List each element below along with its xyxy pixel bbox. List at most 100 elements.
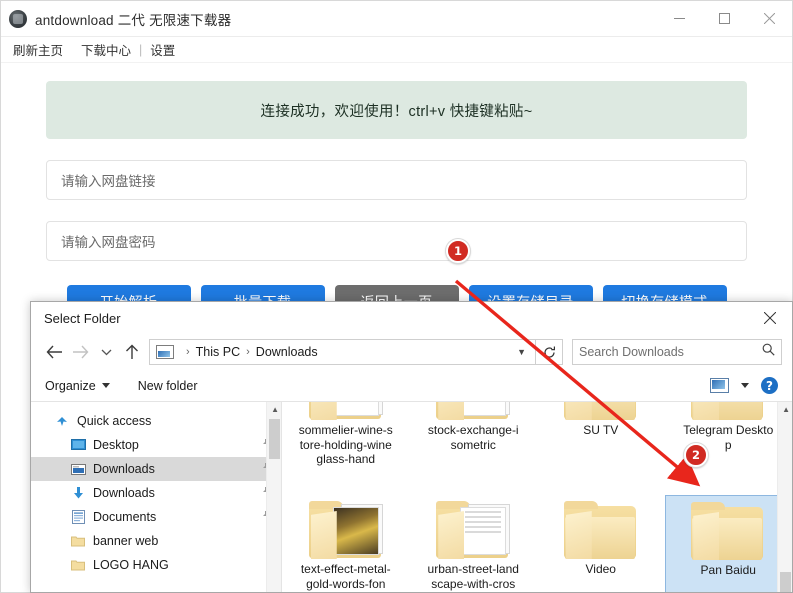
menu-separator: | — [139, 42, 143, 57]
folder-icon — [563, 402, 638, 420]
pan-password-placeholder: 请输入网盘密码 — [61, 235, 156, 250]
folder-icon — [436, 402, 511, 420]
sidebar-item-label: Downloads — [93, 462, 155, 476]
dialog-title: Select Folder — [44, 310, 121, 326]
downloads-folder-icon — [156, 345, 174, 359]
chevron-up-icon[interactable]: ▲ — [782, 405, 790, 414]
sidebar-item-downloads[interactable]: Downloads — [31, 457, 281, 481]
list-item[interactable]: text-effect-metal-gold-words-fon — [282, 495, 410, 592]
chevron-down-icon[interactable] — [741, 383, 749, 388]
search-placeholder: Search Downloads — [579, 345, 684, 359]
folder-icon — [563, 501, 638, 559]
file-name: sommelier-wine-store-holding-wineglass-h… — [298, 423, 393, 466]
downloads-folder-icon — [69, 463, 87, 476]
search-input[interactable]: Search Downloads — [572, 339, 782, 365]
dialog-toolbar: Organize New folder ? — [31, 370, 792, 402]
search-icon — [762, 343, 775, 361]
view-layout-icon[interactable] — [710, 378, 729, 393]
chevron-down-icon[interactable]: ▼ — [517, 347, 529, 357]
close-icon[interactable] — [747, 1, 792, 36]
close-icon[interactable] — [747, 302, 792, 334]
scrollbar-thumb[interactable] — [269, 419, 280, 459]
forward-arrow-icon[interactable] — [67, 339, 93, 365]
folder-icon — [436, 501, 511, 559]
chevron-down-icon — [101, 383, 110, 388]
app-icon — [9, 9, 27, 28]
pin-star-icon — [53, 414, 71, 428]
status-banner: 连接成功，欢迎使用！ctrl+v 快捷键粘贴~ — [46, 81, 747, 139]
minimize-icon[interactable] — [657, 1, 702, 36]
app-titlebar: antdownload 二代 无限速下载器 — [1, 1, 792, 37]
organize-label: Organize — [45, 378, 96, 393]
dialog-titlebar: Select Folder — [31, 302, 792, 334]
file-name: text-effect-metal-gold-words-fon — [300, 562, 391, 591]
chevron-up-icon[interactable]: ▲ — [271, 405, 279, 414]
sidebar-item-label: Documents — [93, 510, 157, 524]
organize-button[interactable]: Organize — [45, 379, 110, 393]
folder-icon — [691, 402, 765, 420]
desktop-icon — [69, 438, 87, 452]
breadcrumb-separator: › — [186, 346, 190, 358]
list-item-selected[interactable]: Pan Baidu — [664, 495, 792, 592]
folder-icon — [69, 559, 87, 571]
menu-item-settings[interactable]: 设置 — [148, 40, 177, 59]
file-list-scrollbar[interactable]: ▲ — [777, 402, 792, 592]
window-controls — [657, 1, 792, 36]
sidebar-scrollbar[interactable]: ▲ — [266, 402, 281, 592]
app-body: 连接成功，欢迎使用！ctrl+v 快捷键粘贴~ 请输入网盘链接 请输入网盘密码 … — [1, 63, 792, 319]
back-arrow-icon[interactable] — [41, 339, 67, 365]
address-bar[interactable]: › This PC › Downloads ▼ — [149, 339, 536, 365]
up-arrow-icon[interactable] — [119, 339, 145, 365]
list-item[interactable]: Video — [537, 495, 665, 592]
sidebar-item-label: Quick access — [77, 414, 152, 428]
documents-icon — [69, 510, 87, 524]
sidebar-item-banner-web[interactable]: banner web — [31, 529, 281, 553]
annotation-badge-1: 1 — [446, 239, 470, 263]
refresh-icon[interactable] — [536, 339, 563, 365]
app-menubar: 刷新主页 下载中心 | 设置 — [1, 37, 792, 63]
list-item[interactable]: stock-exchange-isometric — [410, 402, 538, 495]
annotation-badge-2: 2 — [684, 443, 708, 467]
file-name: SU TV — [583, 423, 619, 437]
dialog-navigation-bar: › This PC › Downloads ▼ Search Downloads — [31, 334, 792, 370]
pan-link-placeholder: 请输入网盘链接 — [61, 174, 156, 189]
breadcrumb-this-pc[interactable]: This PC — [196, 345, 240, 359]
sidebar-item-documents[interactable]: Documents — [31, 505, 281, 529]
pan-password-input[interactable]: 请输入网盘密码 — [46, 221, 747, 261]
list-item[interactable]: SU TV — [537, 402, 665, 495]
new-folder-button[interactable]: New folder — [138, 379, 198, 393]
folder-icon — [691, 502, 765, 560]
scrollbar-thumb[interactable] — [780, 572, 791, 592]
new-folder-label: New folder — [137, 378, 198, 393]
folder-icon — [308, 501, 383, 559]
sidebar-item-label: banner web — [93, 534, 159, 548]
list-item[interactable]: urban-street-landscape-with-cros — [410, 495, 538, 592]
chevron-down-icon[interactable] — [93, 339, 119, 365]
toolbar-right-group: ? — [710, 377, 778, 394]
download-arrow-icon — [69, 486, 87, 500]
pan-link-input[interactable]: 请输入网盘链接 — [46, 160, 747, 200]
app-title: antdownload 二代 无限速下载器 — [35, 12, 232, 28]
sidebar-item-label: LOGO HANG — [93, 558, 169, 572]
breadcrumb-separator: › — [246, 346, 250, 358]
sidebar-item-label: Desktop — [93, 438, 139, 452]
folder-icon — [69, 535, 87, 547]
sidebar-item-logo-hang[interactable]: LOGO HANG — [31, 553, 281, 577]
file-name: urban-street-landscape-with-cros — [427, 562, 519, 591]
folder-icon — [308, 402, 383, 420]
help-icon[interactable]: ? — [761, 377, 778, 394]
select-folder-dialog: Select Folder › This PC › Downloads ▼ Se… — [30, 301, 793, 593]
sidebar-item-quick-access[interactable]: Quick access — [31, 409, 281, 433]
menu-item-refresh-home[interactable]: 刷新主页 — [11, 40, 65, 59]
file-list-pane: sommelier-wine-store-holding-wineglass-h… — [282, 402, 793, 592]
sidebar-item-desktop[interactable]: Desktop — [31, 433, 281, 457]
list-item[interactable]: Telegram Desktop — [665, 402, 793, 495]
list-item[interactable]: sommelier-wine-store-holding-wineglass-h… — [282, 402, 410, 495]
file-name: Video — [585, 562, 616, 576]
menu-item-download-center[interactable]: 下载中心 — [79, 40, 133, 59]
file-name: stock-exchange-isometric — [427, 423, 519, 452]
dialog-main: Quick access Desktop Downloads Downloads… — [31, 402, 793, 592]
maximize-icon[interactable] — [702, 1, 747, 36]
breadcrumb-downloads[interactable]: Downloads — [256, 345, 318, 359]
sidebar-item-downloads-alt[interactable]: Downloads — [31, 481, 281, 505]
